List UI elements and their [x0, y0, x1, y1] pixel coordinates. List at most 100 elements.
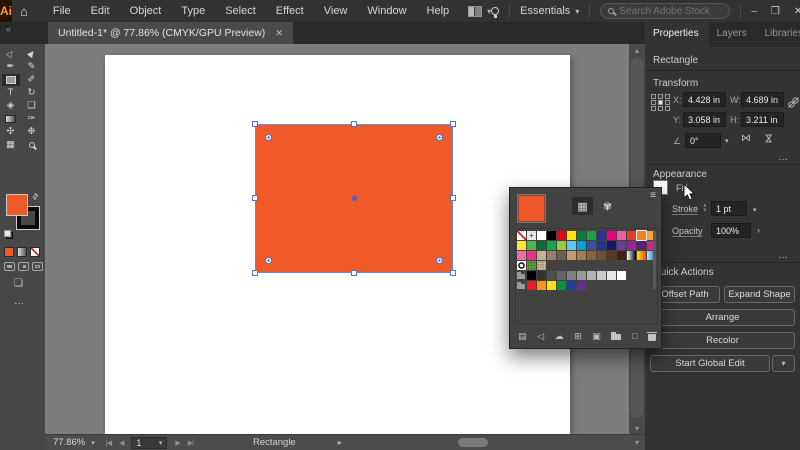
swatches-menu-icon[interactable]: ≡: [650, 190, 656, 201]
menu-file[interactable]: File: [44, 2, 80, 20]
swatch[interactable]: [567, 231, 576, 240]
close-button[interactable]: ✕: [794, 6, 800, 17]
edit-toolbar-ellipsis[interactable]: …: [14, 296, 25, 307]
swatch[interactable]: [617, 271, 626, 280]
swatch[interactable]: [547, 231, 556, 240]
document-tab[interactable]: Untitled-1* @ 77.86% (CMYK/GPU Preview) …: [48, 22, 293, 44]
menu-window[interactable]: Window: [358, 2, 415, 20]
swatch-libraries-menu-icon[interactable]: ▤: [518, 331, 527, 342]
swatch-patleaf[interactable]: [527, 261, 536, 270]
stepper-down-icon[interactable]: ∨: [703, 208, 707, 213]
zoom-dropdown-icon[interactable]: ▾: [91, 439, 95, 447]
type-tool[interactable]: T: [2, 87, 20, 99]
last-artboard-button[interactable]: ▶|: [188, 439, 194, 447]
swatch[interactable]: [527, 241, 536, 250]
menu-select[interactable]: Select: [216, 2, 265, 20]
color-mixer-view-button[interactable]: ✾: [597, 197, 618, 215]
artboard[interactable]: [105, 55, 570, 434]
rotate-dropdown-icon[interactable]: ▾: [725, 137, 729, 145]
opacity-label[interactable]: Opacity: [672, 226, 703, 236]
swatch-selected[interactable]: [636, 230, 647, 241]
swatch[interactable]: [597, 251, 606, 260]
swatch[interactable]: [637, 241, 646, 250]
paintbrush-tool[interactable]: ✐: [23, 74, 41, 86]
reference-point-locator[interactable]: [651, 94, 671, 111]
swatch[interactable]: [607, 271, 616, 280]
menu-help[interactable]: Help: [418, 2, 459, 20]
recolor-button[interactable]: Recolor: [650, 332, 795, 349]
collapse-panel-icon[interactable]: «: [6, 24, 11, 34]
stroke-dropdown-icon[interactable]: ▾: [753, 206, 757, 214]
swatch[interactable]: [617, 231, 626, 240]
appearance-more-options[interactable]: …: [778, 250, 789, 261]
selection-tool[interactable]: ▷: [2, 48, 20, 60]
global-edit-dropdown[interactable]: ▾: [772, 355, 795, 372]
eraser-tool[interactable]: ◈: [2, 100, 20, 112]
swatch[interactable]: [547, 241, 556, 250]
stroke-label[interactable]: Stroke: [672, 204, 698, 214]
swatch-scrollbar[interactable]: [653, 231, 656, 289]
swatch[interactable]: [527, 251, 536, 260]
swatch[interactable]: [567, 251, 576, 260]
swatch[interactable]: [617, 251, 626, 260]
menu-effect[interactable]: Effect: [267, 2, 313, 20]
color-mode-button[interactable]: [4, 247, 14, 257]
link-dimensions-icon[interactable]: [787, 96, 800, 109]
fill-color-well[interactable]: [6, 194, 28, 216]
swatch[interactable]: [577, 281, 586, 290]
swatch[interactable]: [537, 251, 546, 260]
swatch[interactable]: [587, 271, 596, 280]
swatch[interactable]: [607, 231, 616, 240]
swatch[interactable]: [597, 271, 606, 280]
swatch[interactable]: [557, 241, 566, 250]
handle-top-left[interactable]: [252, 121, 258, 127]
workspace-switcher[interactable]: Essentials ▾: [520, 5, 579, 17]
new-swatch-icon[interactable]: □: [632, 331, 637, 341]
swatch[interactable]: [537, 281, 546, 290]
home-icon[interactable]: ⌂: [20, 4, 28, 19]
swatch[interactable]: [577, 241, 586, 250]
search-input[interactable]: [619, 5, 720, 17]
swatch[interactable]: [517, 251, 526, 260]
swatch[interactable]: [537, 241, 546, 250]
swatch[interactable]: [597, 241, 606, 250]
swatch[interactable]: [577, 231, 586, 240]
rotate-field[interactable]: 0°: [685, 133, 721, 148]
artboard-dropdown-icon[interactable]: ▾: [159, 439, 163, 447]
swatch[interactable]: [607, 251, 616, 260]
arrange-button[interactable]: Arrange: [650, 309, 795, 326]
swatch[interactable]: [527, 281, 536, 290]
handle-bottom-center[interactable]: [351, 270, 357, 276]
artboard-tool[interactable]: ▦: [2, 139, 20, 151]
rectangle-tool[interactable]: [1, 73, 20, 86]
swatch[interactable]: [597, 231, 606, 240]
handle-bottom-right[interactable]: [450, 270, 456, 276]
new-folder-icon[interactable]: [611, 332, 622, 340]
swatch-pattex[interactable]: [537, 261, 546, 270]
flip-vertical-icon[interactable]: ⋈: [763, 134, 774, 144]
horizontal-scrollbar-thumb[interactable]: [458, 438, 488, 447]
handle-top-center[interactable]: [351, 121, 357, 127]
draw-inside-button[interactable]: [32, 262, 43, 271]
start-global-edit-button[interactable]: Start Global Edit: [650, 355, 770, 372]
expand-shape-button[interactable]: Expand Shape: [724, 286, 795, 303]
swatch[interactable]: [557, 281, 566, 290]
next-artboard-button[interactable]: ▶: [175, 439, 180, 447]
first-artboard-button[interactable]: |◀: [106, 439, 112, 447]
x-field[interactable]: 4.428 in: [683, 92, 726, 107]
status-menu-arrow-icon[interactable]: ▸: [338, 438, 342, 447]
corner-widget-bottom-right[interactable]: [436, 257, 443, 264]
swatch-patdot[interactable]: [517, 261, 526, 270]
handle-top-right[interactable]: [450, 121, 456, 127]
h-field[interactable]: 3.211 in: [741, 112, 784, 127]
swatch[interactable]: [557, 231, 566, 240]
corner-widget-top-left[interactable]: [265, 134, 272, 141]
zoom-tool[interactable]: [23, 139, 41, 151]
swatch-gradient[interactable]: [627, 251, 636, 260]
swatch[interactable]: [587, 231, 596, 240]
swatch-options-icon[interactable]: ▣: [592, 331, 601, 342]
draw-normal-button[interactable]: [4, 262, 15, 271]
swatch[interactable]: [587, 241, 596, 250]
rotate-tool[interactable]: ↻: [23, 87, 41, 99]
swatch[interactable]: [557, 271, 566, 280]
